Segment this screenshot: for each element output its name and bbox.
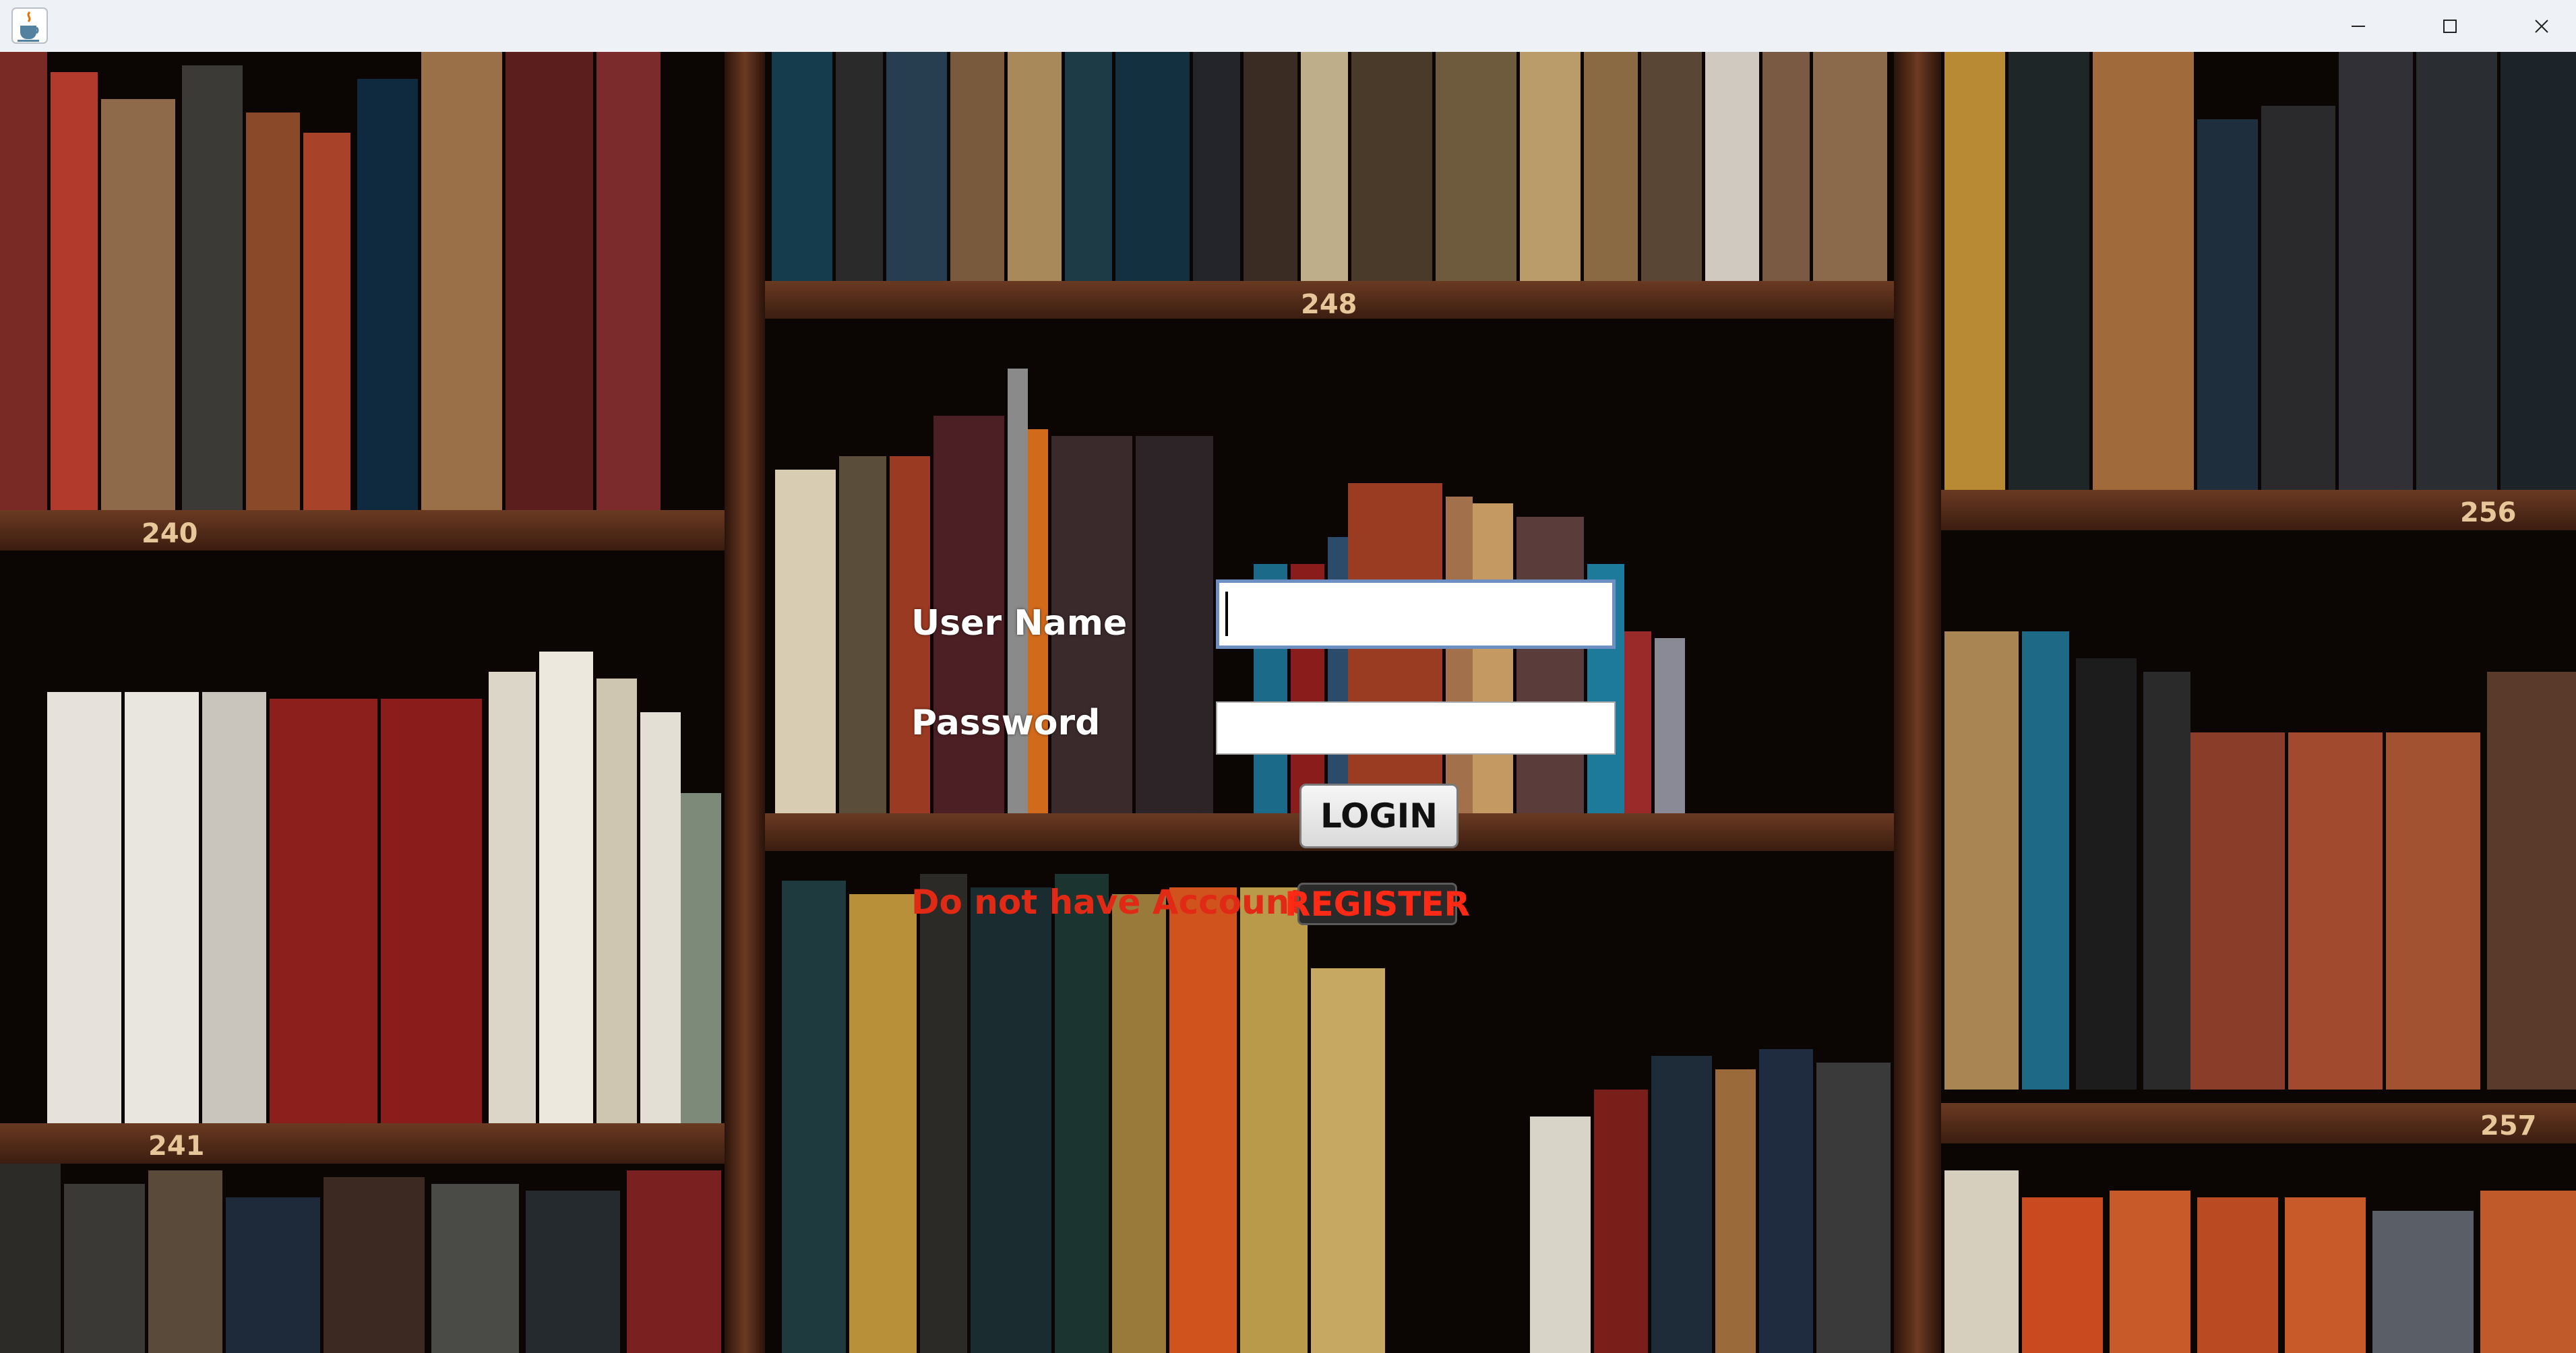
- close-icon: [2535, 19, 2548, 33]
- password-input[interactable]: [1216, 701, 1616, 755]
- shelf-number-241: 241: [148, 1131, 205, 1162]
- java-cup-icon[interactable]: [11, 7, 49, 44]
- register-prompt-text: Do not have Account?: [911, 883, 1326, 922]
- login-button[interactable]: LOGIN: [1299, 784, 1459, 848]
- shelf-number-240: 240: [142, 518, 198, 549]
- shelf-number-248: 248: [1301, 289, 1357, 320]
- window-title-bar: [0, 0, 2576, 53]
- shelf-number-257: 257: [2480, 1110, 2537, 1141]
- minimize-button[interactable]: [2312, 0, 2404, 52]
- close-button[interactable]: [2496, 0, 2576, 52]
- password-label: Password: [911, 703, 1101, 743]
- minimize-icon: [2352, 25, 2365, 27]
- shelf-number-256: 256: [2460, 497, 2517, 528]
- maximize-icon: [2443, 19, 2457, 33]
- username-label: User Name: [911, 603, 1128, 643]
- username-input[interactable]: [1216, 579, 1616, 649]
- maximize-button[interactable]: [2404, 0, 2496, 52]
- register-button[interactable]: REGISTER: [1285, 883, 1470, 925]
- text-caret: [1225, 592, 1228, 636]
